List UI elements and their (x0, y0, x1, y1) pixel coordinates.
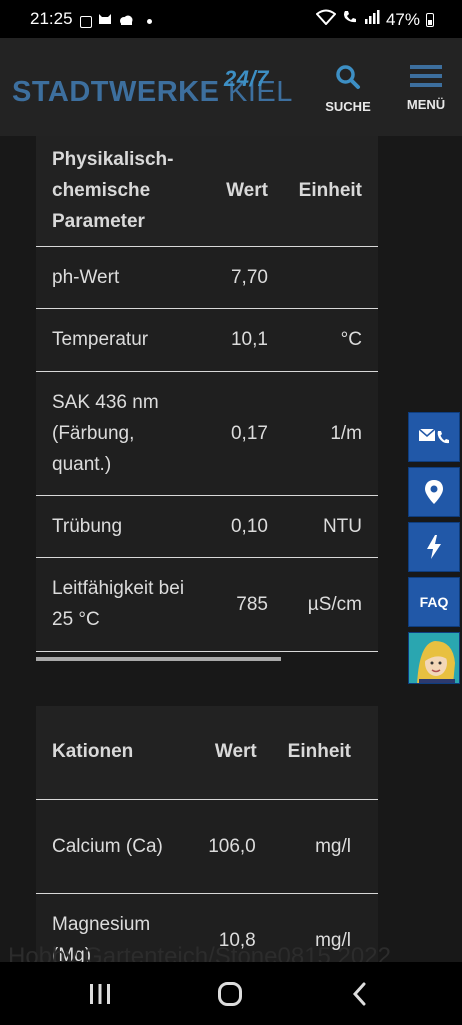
signal-icon (364, 9, 380, 30)
table-row: ph-Wert 7,70 (36, 246, 378, 308)
battery-icon (426, 12, 434, 27)
table-row: Leitfähigkeit bei 25 °C 785 µS/cm (36, 557, 378, 651)
android-nav-bar (0, 962, 462, 1025)
cell-param: Trübung (52, 515, 123, 537)
cell-param: Temperatur (52, 329, 149, 350)
dot-icon (147, 19, 152, 24)
cell-einheit: 1/m (330, 422, 362, 444)
cell-param: SAK 436 nm (Färbung, quant.) (52, 391, 159, 475)
recent-apps-icon (90, 984, 110, 1004)
assistant-face-icon (409, 633, 459, 683)
hamburger-icon (410, 65, 442, 87)
back-icon (352, 982, 366, 1006)
cloud-icon (118, 13, 134, 31)
page-content: Physikalisch-chemische Parameter Wert Ei… (0, 136, 462, 962)
mail-phone-icon (418, 428, 449, 444)
stadtwerke-kiel-logo[interactable]: STADTWERKE KIEL 24/7 (12, 66, 293, 109)
cell-wert: 106,0 (208, 835, 256, 857)
search-icon (336, 65, 360, 89)
logo-badge: 24/7 (224, 66, 269, 91)
wifi-icon (315, 9, 337, 30)
menu-label: MENÜ (406, 97, 446, 112)
kationen-table: Kationen Wert Einheit Calcium (Ca) 106,0… (36, 706, 378, 962)
faq-button[interactable]: FAQ (408, 577, 460, 627)
table-row: Temperatur 10,1 °C (36, 308, 378, 371)
status-time: 21:25 (30, 9, 73, 28)
home-button[interactable] (200, 976, 260, 1012)
notification-icons (80, 12, 152, 31)
table-row: Calcium (Ca) 106,0 mg/l (36, 799, 378, 893)
status-right: 47% (315, 9, 434, 30)
cell-param: Calcium (Ca) (52, 835, 163, 857)
column-header-wert: Wert (197, 136, 268, 246)
side-quick-links: FAQ (408, 412, 462, 684)
column-header-einheit: Einheit (256, 706, 378, 799)
power-outage-button[interactable] (408, 522, 460, 572)
recent-apps-button[interactable] (70, 976, 130, 1012)
back-button[interactable] (330, 976, 390, 1012)
cell-einheit: °C (340, 329, 362, 350)
cell-param: ph-Wert (52, 266, 120, 288)
battery-percent: 47% (385, 9, 420, 29)
cell-wert: 785 (236, 593, 268, 615)
logo-word-stadtwerke: STADTWERKE (12, 76, 220, 108)
search-label: SUCHE (325, 99, 371, 114)
table-header-row: Kationen Wert Einheit (36, 706, 378, 799)
chat-assistant-avatar[interactable] (408, 632, 460, 684)
table-header-row: Physikalisch-chemische Parameter Wert Ei… (36, 136, 378, 246)
cell-param: Leitfähigkeit bei 25 °C (52, 578, 185, 630)
location-button[interactable] (408, 467, 460, 517)
lightning-icon (427, 535, 441, 559)
column-header-param: Physikalisch-chemische Parameter (36, 136, 198, 246)
site-header: STADTWERKE KIEL 24/7 SUCHE MENÜ (0, 38, 462, 136)
physikalisch-chemische-table: Physikalisch-chemische Parameter Wert Ei… (36, 136, 378, 652)
status-bar: 21:25 47% (0, 0, 462, 38)
contact-button[interactable] (408, 412, 460, 462)
column-header-einheit: Einheit (267, 136, 378, 246)
search-button[interactable]: SUCHE (318, 64, 378, 114)
table-row: SAK 436 nm (Färbung, quant.) 0,17 1/m (36, 371, 378, 495)
cat-icon (97, 12, 113, 31)
cell-wert: 0,10 (230, 515, 268, 537)
call-icon (342, 9, 358, 30)
faq-label: FAQ (419, 594, 449, 610)
cell-einheit (268, 246, 378, 308)
menu-button[interactable]: MENÜ (396, 64, 456, 112)
cell-wert: 0,17 (230, 422, 268, 444)
column-header-wert: Wert (185, 706, 257, 799)
cell-wert: 10,1 (230, 329, 268, 350)
cell-wert: 7,70 (230, 266, 268, 288)
home-icon (218, 982, 242, 1006)
cell-einheit: mg/l (315, 835, 351, 857)
calendar-icon (80, 15, 92, 28)
map-pin-icon (425, 480, 443, 504)
cell-einheit: µS/cm (307, 593, 362, 615)
table-row: Trübung 0,10 NTU (36, 495, 378, 557)
column-header-param: Kationen (36, 706, 186, 799)
cell-einheit: NTU (322, 515, 362, 537)
horizontal-scrollbar[interactable] (36, 657, 281, 661)
